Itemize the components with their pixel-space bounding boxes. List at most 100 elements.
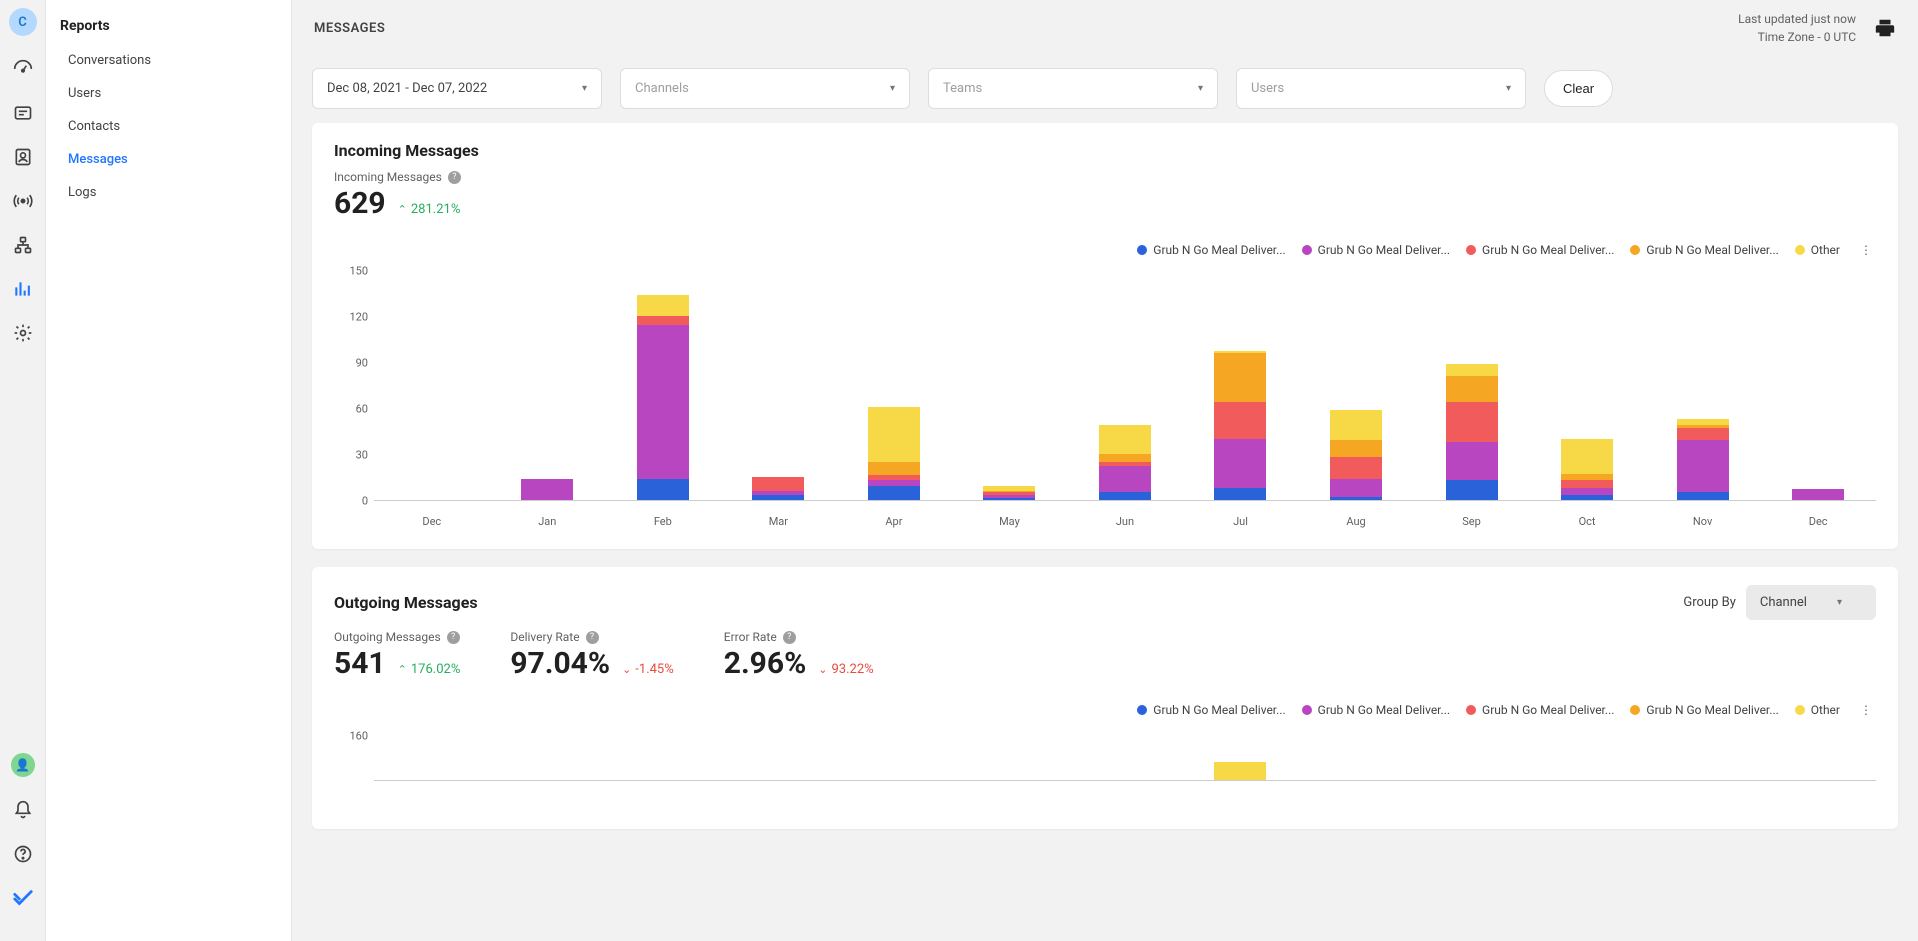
- bar-segment: [868, 407, 920, 462]
- arrow-up-icon: ⌃: [398, 203, 407, 216]
- chevron-down-icon: ▾: [1506, 83, 1511, 94]
- legend-item[interactable]: Other: [1795, 243, 1840, 257]
- kebab-icon[interactable]: ⋮: [1856, 703, 1876, 717]
- brand-icon[interactable]: [12, 887, 34, 909]
- bar-stack[interactable]: [1214, 762, 1266, 780]
- bar-segment: [868, 486, 920, 500]
- teams-placeholder: Teams: [943, 81, 982, 96]
- x-tick: May: [952, 509, 1068, 531]
- x-tick: Oct: [1529, 509, 1645, 531]
- legend-item[interactable]: Grub N Go Meal Deliver...: [1302, 243, 1450, 257]
- presence-avatar[interactable]: 👤: [11, 753, 35, 777]
- bar-segment: [1446, 480, 1498, 500]
- bar-stack[interactable]: [1561, 439, 1613, 500]
- bar-stack[interactable]: [1446, 364, 1498, 500]
- legend-item[interactable]: Grub N Go Meal Deliver...: [1137, 703, 1285, 717]
- users-dropdown[interactable]: Users ▾: [1236, 68, 1526, 109]
- date-range-dropdown[interactable]: Dec 08, 2021 - Dec 07, 2022 ▾: [312, 68, 602, 109]
- icon-rail: C 👤: [0, 0, 46, 941]
- bar-segment: [868, 462, 920, 476]
- print-icon[interactable]: [1874, 17, 1896, 39]
- legend-label: Grub N Go Meal Deliver...: [1646, 703, 1778, 717]
- arrow-up-icon: ⌃: [398, 663, 407, 676]
- bar-segment: [637, 295, 689, 316]
- sidebar-item-users[interactable]: Users: [46, 77, 291, 110]
- group-by-value: Channel: [1760, 595, 1807, 610]
- contacts-icon[interactable]: [12, 146, 34, 168]
- bar-stack[interactable]: [1677, 419, 1729, 500]
- bar-stack[interactable]: [1330, 410, 1382, 500]
- dashboard-icon[interactable]: [12, 58, 34, 80]
- group-by-label: Group By: [1683, 595, 1736, 610]
- arrow-down-icon: ⌄: [818, 663, 827, 676]
- legend-label: Grub N Go Meal Deliver...: [1318, 703, 1450, 717]
- broadcast-icon[interactable]: [12, 190, 34, 212]
- stat-value: 2.96%: [724, 646, 807, 681]
- incoming-delta: ⌃ 281.21%: [398, 202, 461, 217]
- clear-button[interactable]: Clear: [1544, 70, 1613, 107]
- bar-stack[interactable]: [983, 486, 1035, 500]
- bar-segment: [1561, 495, 1613, 500]
- date-range-value: Dec 08, 2021 - Dec 07, 2022: [327, 81, 487, 96]
- legend-item[interactable]: Grub N Go Meal Deliver...: [1630, 703, 1778, 717]
- bar-stack[interactable]: [1792, 489, 1844, 500]
- stat-delta: ⌄-1.45%: [622, 662, 674, 677]
- group-by-select[interactable]: Channel ▾: [1746, 585, 1876, 620]
- legend-item[interactable]: Grub N Go Meal Deliver...: [1466, 703, 1614, 717]
- bar-segment: [1330, 440, 1382, 457]
- legend-label: Grub N Go Meal Deliver...: [1153, 703, 1285, 717]
- bar-segment: [637, 479, 689, 500]
- sidebar-item-conversations[interactable]: Conversations: [46, 44, 291, 77]
- y-tick: 0: [362, 495, 368, 508]
- legend-label: Grub N Go Meal Deliver...: [1318, 243, 1450, 257]
- workspace-avatar[interactable]: C: [9, 8, 37, 36]
- chevron-down-icon: ▾: [1837, 597, 1842, 608]
- bar-segment: [1792, 489, 1844, 500]
- legend-item[interactable]: Grub N Go Meal Deliver...: [1302, 703, 1450, 717]
- bar-segment: [1561, 480, 1613, 488]
- bar-segment: [1099, 454, 1151, 462]
- bar-stack[interactable]: [637, 295, 689, 500]
- bar-segment: [521, 479, 573, 500]
- bar-segment: [1677, 492, 1729, 500]
- info-icon[interactable]: ?: [586, 631, 599, 644]
- bar-segment: [1561, 488, 1613, 496]
- bar-stack[interactable]: [521, 479, 573, 500]
- sidebar-item-messages[interactable]: Messages: [46, 143, 291, 176]
- settings-icon[interactable]: [12, 322, 34, 344]
- y-tick: 160: [349, 730, 368, 743]
- reports-icon[interactable]: [12, 278, 34, 300]
- kebab-icon[interactable]: ⋮: [1856, 243, 1876, 257]
- notifications-icon[interactable]: [12, 799, 34, 821]
- x-tick: Sep: [1414, 509, 1530, 531]
- bar-stack[interactable]: [1214, 351, 1266, 500]
- workflow-icon[interactable]: [12, 234, 34, 256]
- teams-dropdown[interactable]: Teams ▾: [928, 68, 1218, 109]
- help-icon[interactable]: [12, 843, 34, 865]
- legend-item[interactable]: Grub N Go Meal Deliver...: [1630, 243, 1778, 257]
- sidebar-item-contacts[interactable]: Contacts: [46, 110, 291, 143]
- x-tick: Mar: [721, 509, 837, 531]
- sidebar-item-logs[interactable]: Logs: [46, 176, 291, 209]
- last-updated: Last updated just now: [1738, 10, 1856, 28]
- bar-segment: [637, 316, 689, 325]
- legend-item[interactable]: Grub N Go Meal Deliver...: [1137, 243, 1285, 257]
- info-icon[interactable]: ?: [783, 631, 796, 644]
- bar-stack[interactable]: [752, 477, 804, 500]
- x-tick: Dec: [374, 509, 490, 531]
- x-tick: Nov: [1645, 509, 1761, 531]
- bar-segment: [1677, 440, 1729, 492]
- legend-swatch: [1466, 705, 1476, 715]
- chevron-down-icon: ▾: [582, 83, 587, 94]
- info-icon[interactable]: ?: [447, 631, 460, 644]
- legend-item[interactable]: Grub N Go Meal Deliver...: [1466, 243, 1614, 257]
- chat-icon[interactable]: [12, 102, 34, 124]
- stat-label: Error Rate: [724, 630, 777, 644]
- legend-label: Other: [1811, 243, 1840, 257]
- info-icon[interactable]: ?: [448, 171, 461, 184]
- legend-item[interactable]: Other: [1795, 703, 1840, 717]
- bar-stack[interactable]: [1099, 425, 1151, 500]
- bar-stack[interactable]: [868, 407, 920, 501]
- timezone: Time Zone - 0 UTC: [1738, 28, 1856, 46]
- channels-dropdown[interactable]: Channels ▾: [620, 68, 910, 109]
